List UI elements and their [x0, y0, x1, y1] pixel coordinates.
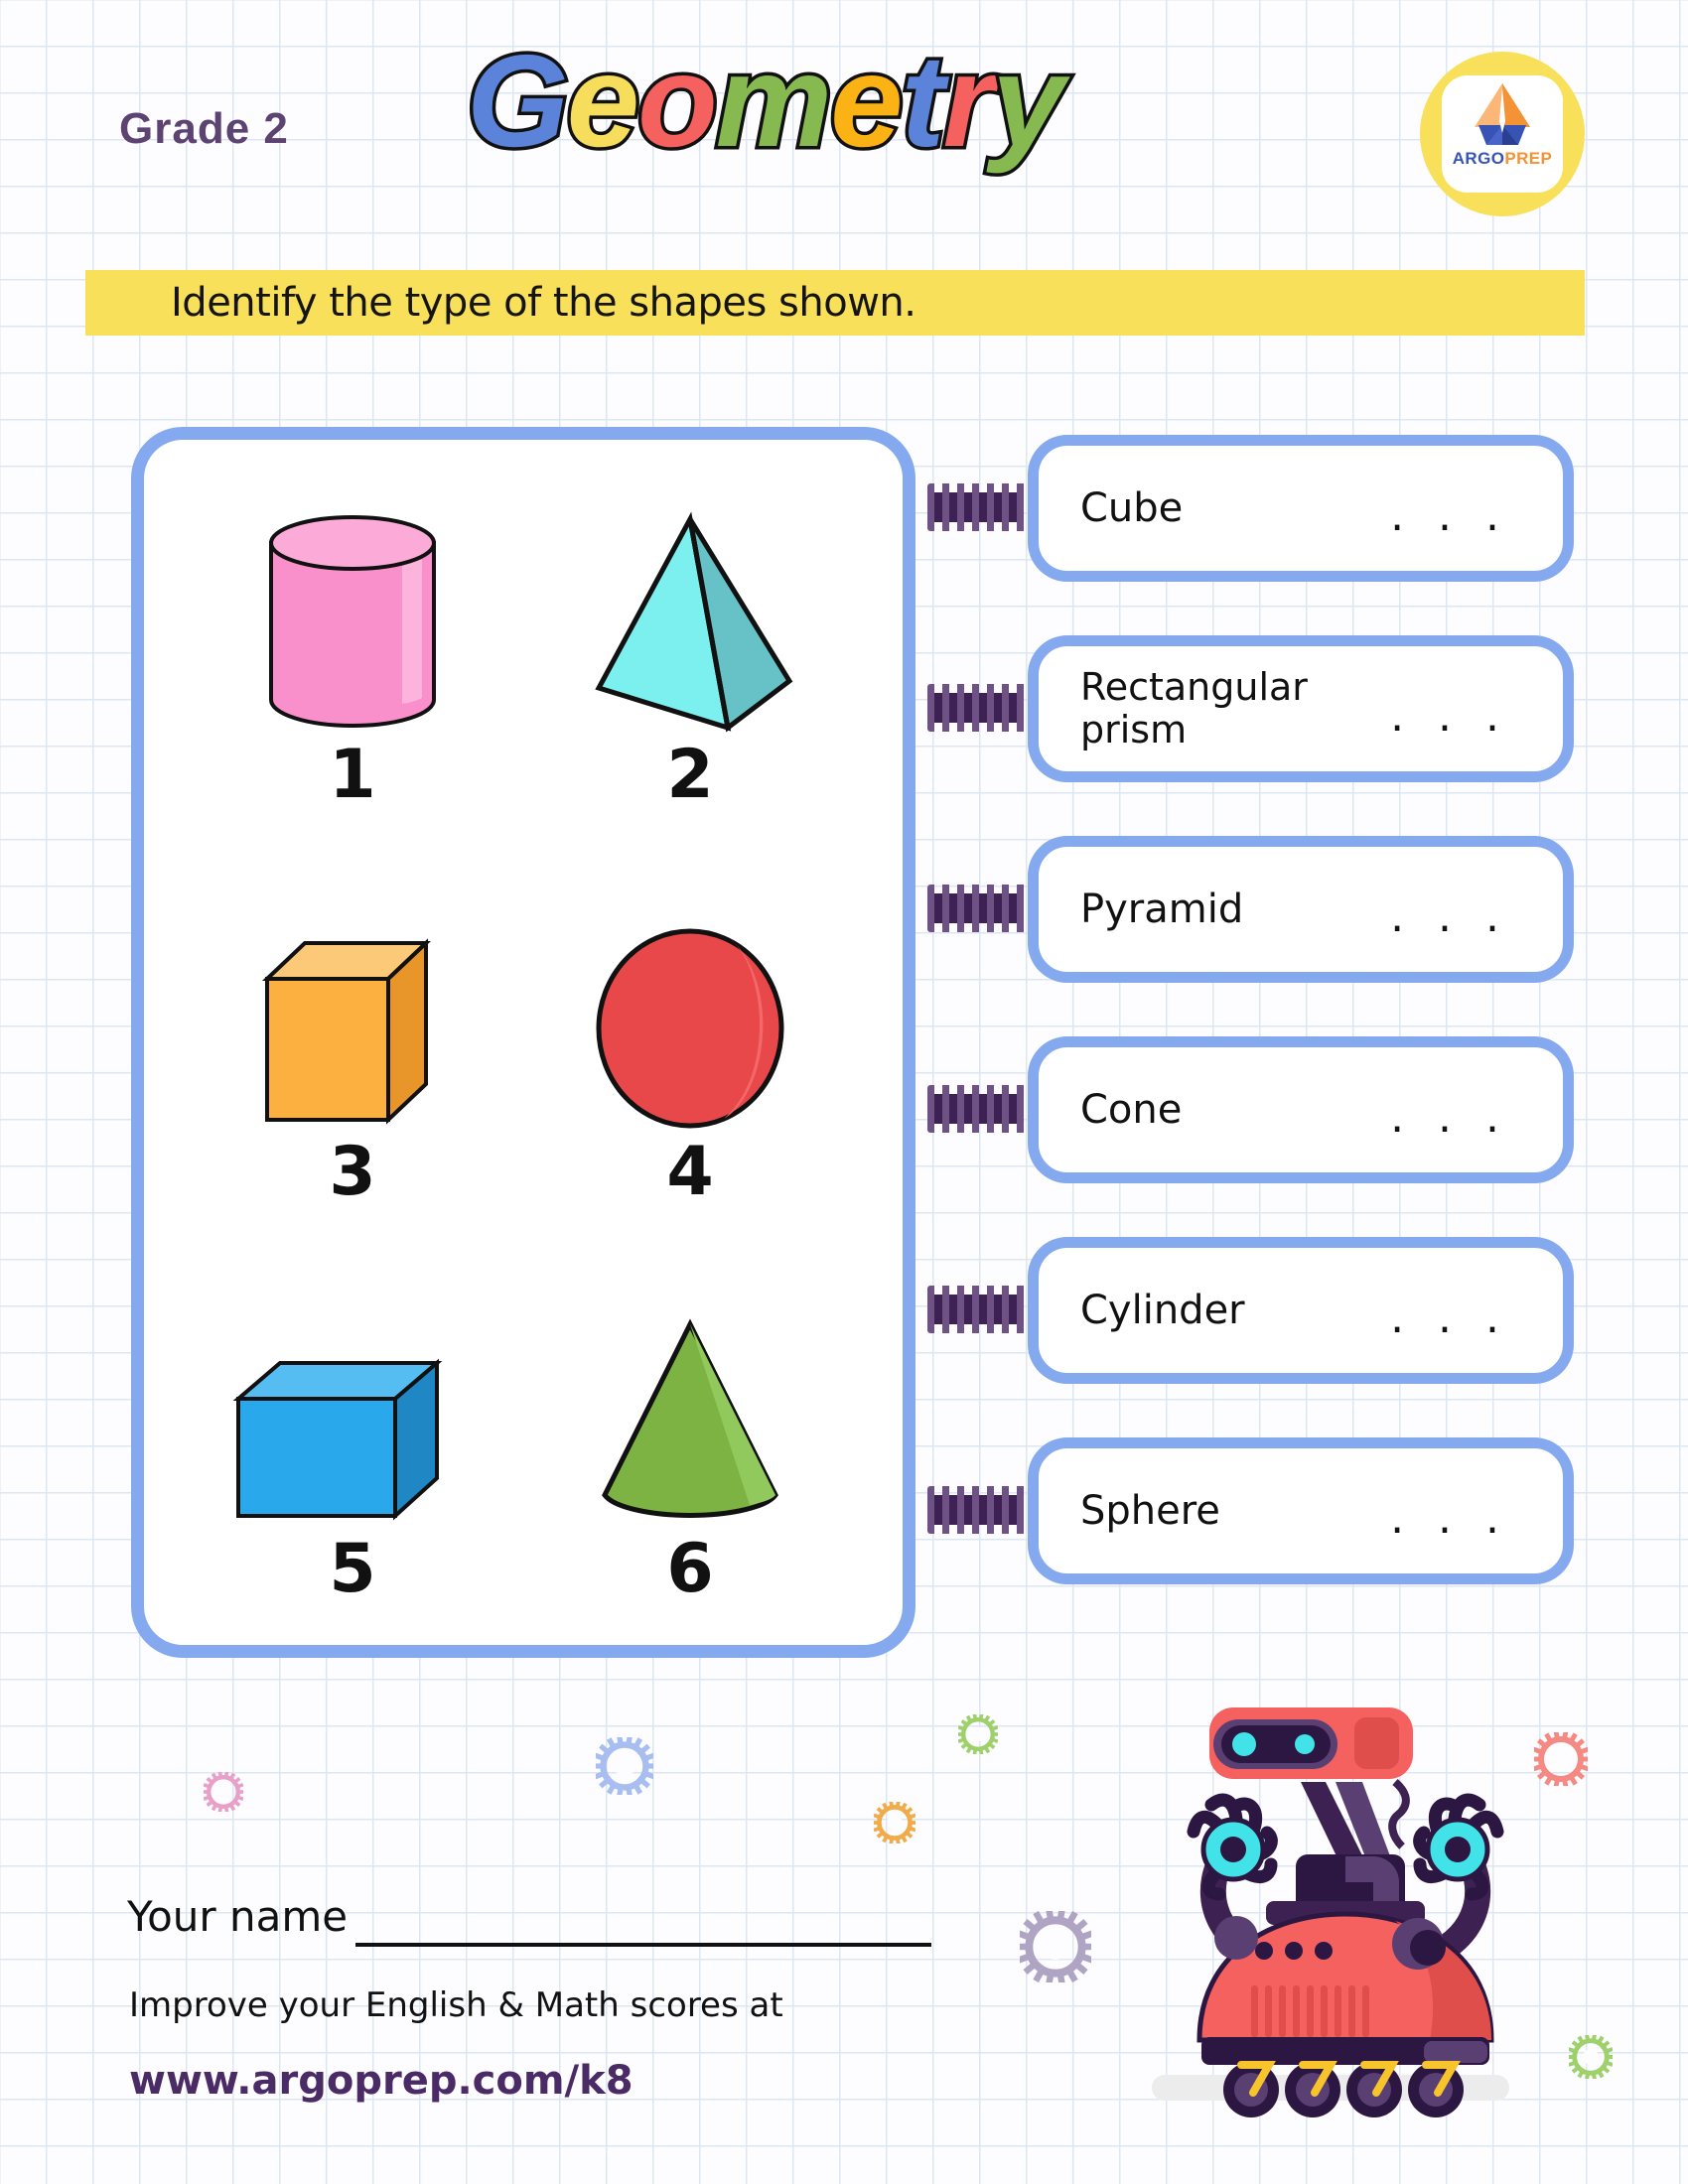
argoprep-logo: ARGOPREP [1420, 52, 1585, 216]
spring-connector-5 [927, 1286, 1027, 1333]
title-letter-4: e [827, 28, 907, 174]
shape-number-label: 5 [329, 1530, 376, 1608]
gear-icon-2 [593, 1734, 656, 1800]
rectangular-prism-icon [228, 1252, 477, 1530]
cylinder-icon [253, 458, 452, 736]
shape-cell-4: 4 [511, 855, 869, 1232]
answer-label: Cone [1080, 1086, 1183, 1133]
title-letter-7: y [988, 28, 1067, 174]
cone-icon [591, 1252, 789, 1530]
answer-label: Pyramid [1080, 886, 1244, 932]
answer-blank-dots[interactable]: . . . [1390, 891, 1509, 942]
spring-connector-4 [927, 1085, 1027, 1133]
answer-option-rectangular-prism[interactable]: Rectangular prism . . . [1028, 635, 1574, 782]
instruction-banner: Identify the type of the shapes shown. [85, 270, 1585, 336]
answer-blank-dots[interactable]: . . . [1390, 1493, 1509, 1544]
spring-connector-1 [927, 483, 1027, 531]
answer-blank-dots[interactable]: . . . [1390, 691, 1509, 742]
shape-number-label: 2 [666, 736, 714, 814]
logo-wordmark: ARGOPREP [1453, 149, 1553, 169]
shape-cell-1: 1 [174, 458, 531, 835]
answer-blank-dots[interactable]: . . . [1390, 1293, 1509, 1343]
title-letter-1: e [563, 28, 642, 174]
tagline: Improve your English & Math scores at [129, 1985, 783, 2025]
answer-option-pyramid[interactable]: Pyramid . . . [1028, 836, 1574, 983]
name-label: Your name [127, 1892, 349, 1941]
logo-prep: PREP [1504, 149, 1553, 168]
logo-argo: ARGO [1452, 149, 1505, 168]
answer-option-sphere[interactable]: Sphere . . . [1028, 1437, 1574, 1584]
title-letter-5: t [898, 28, 948, 174]
gear-icon-5 [1016, 1907, 1095, 1987]
answer-label: Cube [1080, 484, 1184, 531]
answer-option-cube[interactable]: Cube . . . [1028, 435, 1574, 582]
title-letter-6: r [939, 28, 997, 174]
answer-option-cylinder[interactable]: Cylinder . . . [1028, 1237, 1574, 1384]
instruction-text: Identify the type of the shapes shown. [171, 280, 916, 326]
answer-option-cone[interactable]: Cone . . . [1028, 1036, 1574, 1183]
gear-icon-3 [872, 1800, 917, 1848]
name-input-line[interactable] [355, 1943, 931, 1947]
shape-number-label: 6 [666, 1530, 714, 1608]
website-url[interactable]: www.argoprep.com/k8 [129, 2058, 633, 2104]
gear-icon-4 [956, 1712, 1000, 1759]
title-letter-2: o [634, 28, 722, 174]
shape-cell-6: 6 [511, 1252, 869, 1629]
answer-blank-dots[interactable]: . . . [1390, 1092, 1509, 1143]
sphere-icon [591, 855, 789, 1133]
shape-number-label: 1 [329, 736, 376, 814]
answer-label: Sphere [1080, 1487, 1220, 1534]
shape-cell-2: 2 [511, 458, 869, 835]
gear-icon-1 [202, 1770, 245, 1817]
shape-number-label: 3 [329, 1133, 376, 1211]
shape-cell-5: 5 [174, 1252, 531, 1629]
shape-number-label: 4 [666, 1133, 714, 1211]
shape-cell-3: 3 [174, 855, 531, 1232]
gear-icon-7 [1567, 2033, 1615, 2084]
shapes-panel: 1 2 3 4 5 6 [131, 427, 915, 1658]
spring-connector-2 [927, 684, 1027, 732]
spring-connector-3 [927, 885, 1027, 932]
spring-connector-6 [927, 1486, 1027, 1534]
logo-badge: ARGOPREP [1442, 75, 1563, 193]
pen-nib-icon [1471, 81, 1534, 147]
answer-label: Rectangular prism [1080, 665, 1308, 751]
answer-label: Cylinder [1080, 1287, 1245, 1333]
page-title: Geometry [464, 28, 1068, 174]
grade-label: Grade 2 [119, 104, 289, 153]
answer-blank-dots[interactable]: . . . [1390, 490, 1509, 541]
worksheet-page: Grade 2 Geometry ARGOPREP Identify the t… [0, 0, 1688, 2184]
pyramid-icon [581, 458, 799, 736]
cube-icon [253, 855, 452, 1133]
title-letter-3: m [712, 28, 835, 174]
robot-illustration [1142, 1688, 1549, 2134]
title-letter-0: G [464, 28, 573, 174]
